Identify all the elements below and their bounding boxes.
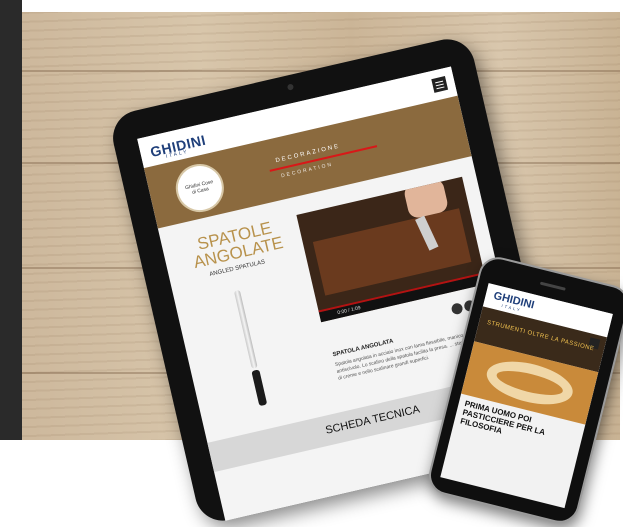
technical-sheet-label: SCHEDA TECNICA: [324, 403, 421, 437]
hamburger-menu-icon[interactable]: [431, 76, 449, 93]
badge-text: Ghidini Cose di Casa: [184, 178, 214, 196]
brand-badge: Ghidini Cose di Casa: [171, 159, 229, 217]
video-time: 0:00 / 1:09: [336, 305, 362, 317]
spatula-product-image: [232, 289, 269, 408]
ring-cake: [482, 353, 578, 413]
share-icon[interactable]: [450, 302, 464, 316]
phone-speaker: [539, 281, 566, 291]
tablet-camera: [286, 83, 295, 91]
left-background-strip: [0, 0, 22, 440]
spatula-handle: [251, 369, 268, 407]
banner-subtitle: DECORATION: [280, 161, 334, 180]
spatula-blade: [233, 289, 258, 369]
product-title: SPATOLE ANGOLATE: [191, 218, 285, 273]
